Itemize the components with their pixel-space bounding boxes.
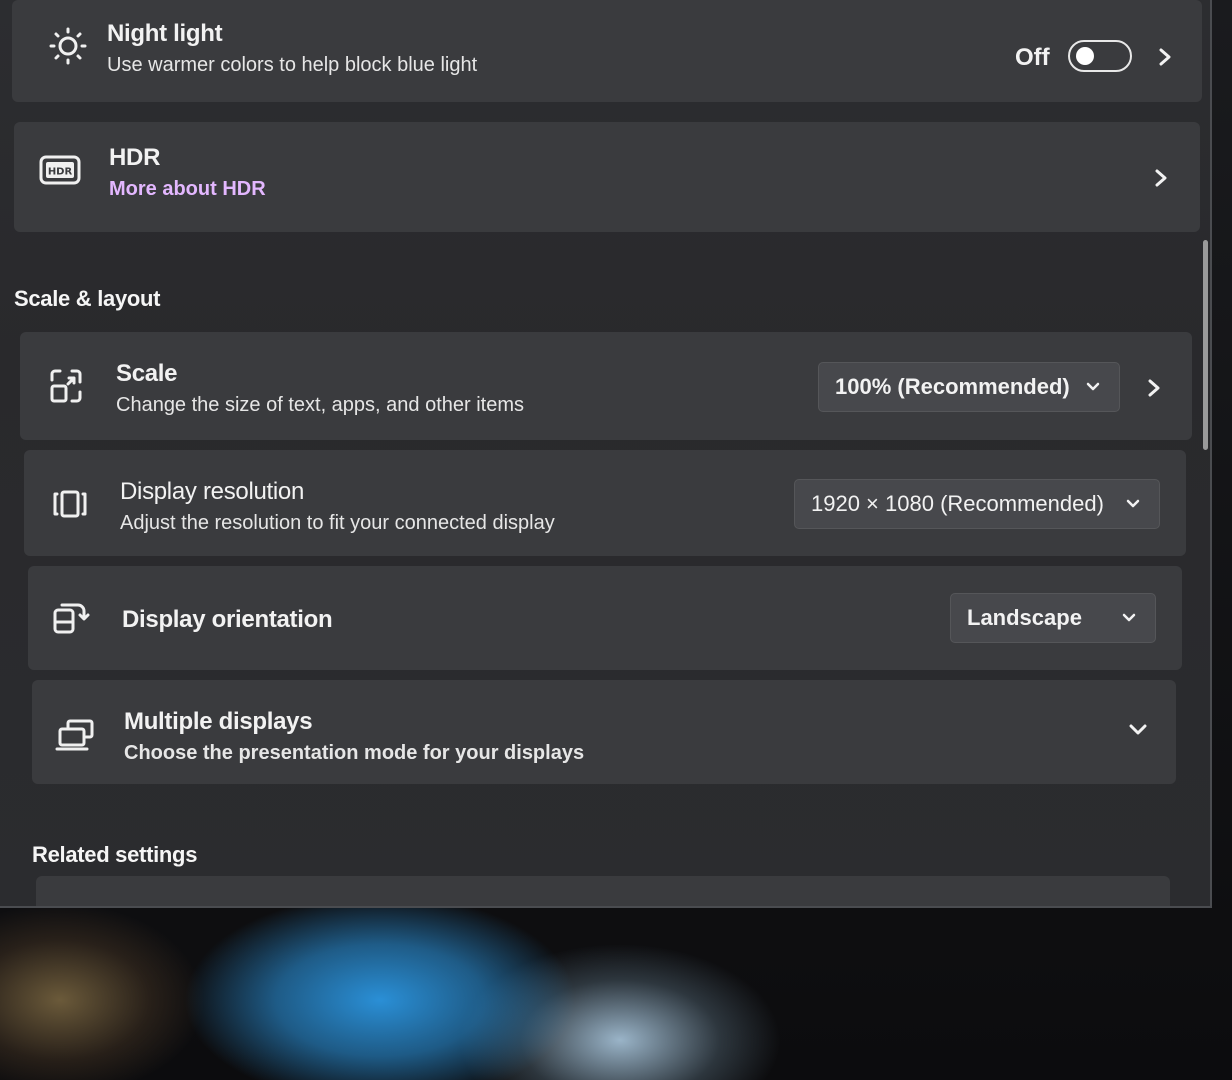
resolution-dropdown[interactable]: 1920 × 1080 (Recommended) (794, 479, 1160, 529)
display-resolution-card[interactable]: Display resolution Adjust the resolution… (24, 450, 1186, 556)
chevron-down-icon (1119, 608, 1139, 628)
chevron-down-icon[interactable] (1126, 718, 1150, 742)
night-light-subtitle: Use warmer colors to help block blue lig… (107, 54, 478, 76)
hdr-icon: HDR (38, 148, 82, 192)
night-light-toggle[interactable] (1068, 40, 1132, 72)
orientation-dropdown[interactable]: Landscape (950, 593, 1156, 643)
settings-window: Night light Use warmer colors to help bl… (0, 0, 1212, 908)
night-light-state: Off (1015, 44, 1050, 71)
chevron-down-icon (1123, 494, 1143, 514)
scale-icon (44, 364, 88, 408)
chevron-down-icon (1083, 377, 1103, 397)
scale-dropdown[interactable]: 100% (Recommended) (818, 362, 1120, 412)
chevron-right-icon[interactable] (1149, 166, 1173, 190)
resolution-icon (48, 482, 92, 526)
scale-card[interactable]: Scale Change the size of text, apps, and… (20, 332, 1192, 440)
resolution-value: 1920 × 1080 (Recommended) (811, 491, 1104, 516)
toggle-knob (1076, 47, 1094, 65)
hdr-title: HDR (109, 144, 161, 171)
svg-text:HDR: HDR (48, 167, 73, 178)
scale-layout-heading: Scale & layout (14, 286, 161, 311)
hdr-card[interactable]: HDR HDR More about HDR (14, 122, 1200, 232)
scale-value: 100% (Recommended) (835, 374, 1070, 399)
night-light-title: Night light (107, 20, 223, 47)
chevron-right-icon[interactable] (1153, 45, 1177, 69)
multiple-displays-icon (54, 712, 98, 756)
more-about-hdr-link[interactable]: More about HDR (109, 178, 266, 201)
night-light-card[interactable]: Night light Use warmer colors to help bl… (12, 0, 1202, 102)
display-orientation-title: Display orientation (122, 606, 333, 633)
orientation-value: Landscape (967, 605, 1082, 630)
multiple-displays-subtitle: Choose the presentation mode for your di… (124, 742, 585, 764)
display-resolution-title: Display resolution (120, 478, 305, 505)
scrollbar-thumb[interactable] (1203, 240, 1208, 450)
scale-title: Scale (116, 360, 178, 387)
rotate-icon (50, 596, 94, 640)
display-orientation-card[interactable]: Display orientation Landscape (28, 566, 1182, 670)
multiple-displays-title: Multiple displays (124, 708, 313, 735)
sun-icon (46, 24, 90, 68)
scale-subtitle: Change the size of text, apps, and other… (116, 394, 525, 416)
display-resolution-subtitle: Adjust the resolution to fit your connec… (120, 512, 555, 534)
chevron-right-icon[interactable] (1142, 376, 1166, 400)
related-settings-heading: Related settings (32, 842, 198, 867)
related-settings-card[interactable] (36, 876, 1170, 906)
multiple-displays-card[interactable]: Multiple displays Choose the presentatio… (32, 680, 1176, 784)
